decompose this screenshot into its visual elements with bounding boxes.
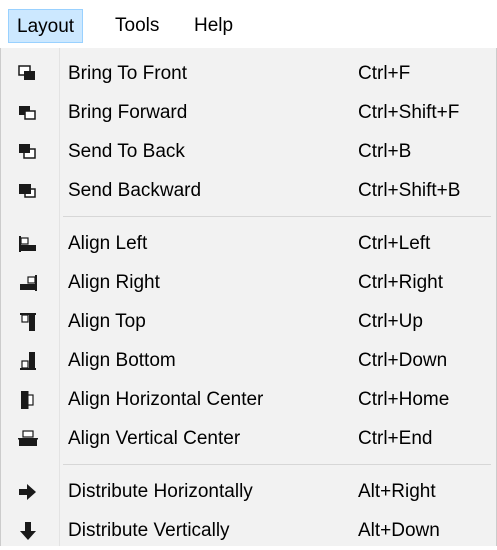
menu-item-label: Align Left [68, 233, 148, 254]
menu-item-shortcut: Ctrl+B [358, 141, 412, 162]
align-top-icon [17, 312, 39, 332]
menu-item-send-to-back[interactable]: Send To Back Ctrl+B [1, 133, 496, 171]
align-vertical-center-icon [17, 429, 39, 449]
menu-item-bring-to-front[interactable]: Bring To Front Ctrl+F [1, 55, 496, 93]
align-left-icon [17, 234, 39, 254]
send-backward-icon [17, 181, 39, 201]
align-bottom-icon [17, 351, 39, 371]
menu-item-label: Align Horizontal Center [68, 389, 264, 410]
menu-layout[interactable]: Layout [8, 9, 84, 43]
menu-item-shortcut: Ctrl+Down [358, 350, 448, 371]
menu-item-shortcut: Ctrl+Shift+B [358, 180, 461, 201]
menu-item-label: Distribute Horizontally [68, 481, 253, 502]
menu-item-align-bottom[interactable]: Align Bottom Ctrl+Down [1, 342, 496, 380]
menu-tools[interactable]: Tools [107, 9, 167, 43]
menu-help[interactable]: Help [186, 9, 241, 43]
menu-item-distribute-vertically[interactable]: Distribute Vertically Alt+Down [1, 512, 496, 550]
menu-item-shortcut: Ctrl+Up [358, 311, 423, 332]
menu-item-shortcut: Ctrl+F [358, 63, 411, 84]
menu-item-bring-forward[interactable]: Bring Forward Ctrl+Shift+F [1, 94, 496, 132]
menu-item-align-vertical-center[interactable]: Align Vertical Center Ctrl+End [1, 420, 496, 458]
menu-item-label: Align Right [68, 272, 160, 293]
layout-dropdown-menu: Bring To Front Ctrl+F Bring Forward Ctrl… [0, 48, 497, 546]
align-horizontal-center-icon [17, 390, 39, 410]
arrow-down-icon [17, 521, 39, 541]
menu-item-shortcut: Alt+Right [358, 481, 436, 502]
menu-item-label: Align Vertical Center [68, 428, 241, 449]
menu-item-label: Send Backward [68, 180, 202, 201]
menu-item-align-top[interactable]: Align Top Ctrl+Up [1, 303, 496, 341]
menu-item-label: Bring Forward [68, 102, 188, 123]
menu-item-shortcut: Ctrl+End [358, 428, 433, 449]
menu-bar: Layout Tools Help [0, 0, 497, 49]
bring-forward-icon [17, 103, 39, 123]
menu-separator [63, 464, 491, 465]
menu-item-distribute-horizontally[interactable]: Distribute Horizontally Alt+Right [1, 473, 496, 511]
menu-item-label: Align Bottom [68, 350, 176, 371]
menu-item-align-left[interactable]: Align Left Ctrl+Left [1, 225, 496, 263]
menu-item-label: Bring To Front [68, 63, 187, 84]
send-to-back-icon [17, 142, 39, 162]
menu-item-label: Send To Back [68, 141, 185, 162]
menu-item-label: Align Top [68, 311, 146, 332]
bring-to-front-icon [17, 64, 39, 84]
align-right-icon [17, 273, 39, 293]
menu-item-align-horizontal-center[interactable]: Align Horizontal Center Ctrl+Home [1, 381, 496, 419]
menu-item-align-right[interactable]: Align Right Ctrl+Right [1, 264, 496, 302]
arrow-right-icon [17, 482, 39, 502]
menu-item-shortcut: Ctrl+Home [358, 389, 450, 410]
menu-item-shortcut: Ctrl+Shift+F [358, 102, 460, 123]
menu-item-shortcut: Ctrl+Right [358, 272, 443, 293]
menu-separator [63, 216, 491, 217]
menu-item-send-backward[interactable]: Send Backward Ctrl+Shift+B [1, 172, 496, 210]
menu-item-label: Distribute Vertically [68, 520, 230, 541]
menu-item-shortcut: Ctrl+Left [358, 233, 431, 254]
menu-item-shortcut: Alt+Down [358, 520, 440, 541]
